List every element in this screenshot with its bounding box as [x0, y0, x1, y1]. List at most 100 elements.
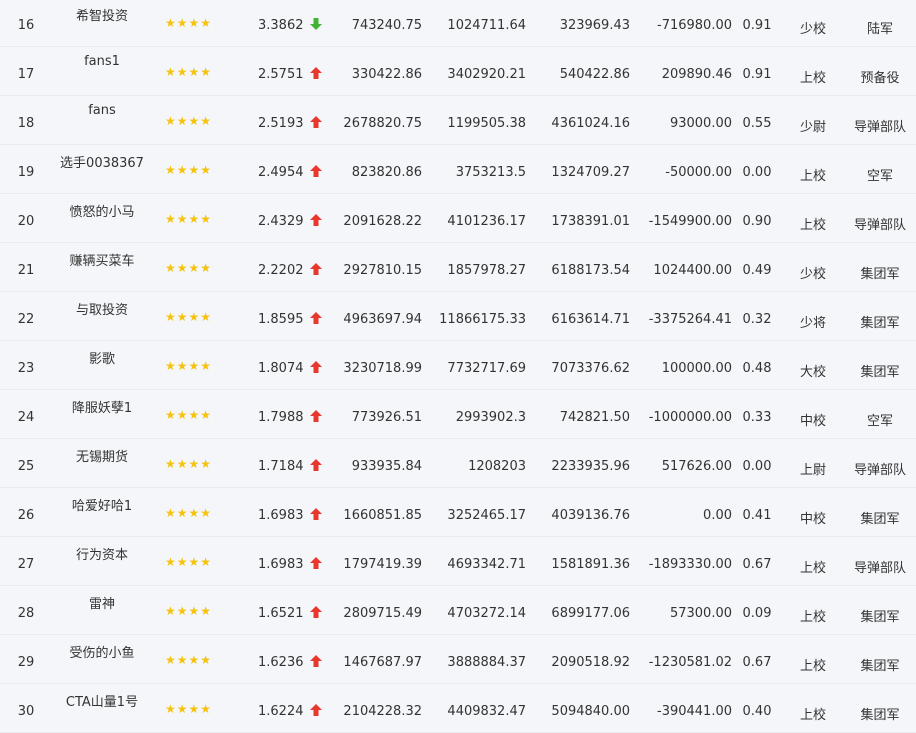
star-rating: ★★★★ [165, 163, 212, 178]
star-rating: ★★★★ [165, 114, 212, 129]
value-3: 1324709.27 [551, 165, 630, 180]
unit-name: 预备役 [860, 71, 900, 86]
military-rank: 上校 [799, 169, 826, 184]
value-2: 4101236.17 [447, 214, 526, 229]
player-name-link[interactable]: fans [52, 103, 152, 118]
unit-name: 集团军 [860, 610, 900, 625]
star-icon: ★ [200, 506, 212, 520]
player-name-link[interactable]: 哈爱好哈1 [52, 495, 152, 514]
value-4: 57300.00 [669, 606, 732, 621]
score-value: 2.4329 [258, 214, 304, 229]
unit-name: 陆军 [866, 22, 893, 37]
player-name-link[interactable]: 与取投资 [52, 299, 152, 318]
table-row[interactable]: 25 无锡期货 ★★★★ 1.7184 933935.84 1208203 2233935.… [0, 439, 916, 488]
player-name-link[interactable]: 影歌 [52, 348, 152, 367]
player-name-link[interactable]: 行为资本 [52, 544, 152, 563]
ratio-value: 0.67 [742, 655, 772, 670]
value-3: 2090518.92 [551, 655, 630, 670]
table-row[interactable]: 28 雷神 ★★★★ 1.6521 2809715.49 4703272.14 689917… [0, 586, 916, 635]
star-icon: ★ [176, 16, 188, 30]
military-rank: 上校 [799, 610, 826, 625]
table-row[interactable]: 27 行为资本 ★★★★ 1.6983 1797419.39 4693342.71 1581… [0, 537, 916, 586]
military-rank: 少校 [799, 22, 826, 37]
table-row[interactable]: 19 选手0038367 ★★★★ 2.4954 823820.86 3753213.5 1… [0, 145, 916, 194]
star-rating: ★★★★ [165, 359, 212, 374]
value-1: 2091628.22 [343, 214, 422, 229]
player-name-link[interactable]: 无锡期货 [52, 446, 152, 465]
star-icon: ★ [176, 261, 188, 275]
table-row[interactable]: 16 希智投资 ★★★★ 3.3862 743240.75 1024711.64 32396… [0, 0, 916, 47]
star-icon: ★ [165, 604, 176, 618]
player-name-link[interactable]: 愤怒的小马 [52, 201, 152, 220]
unit-name: 集团军 [860, 316, 900, 331]
ratio-value: 0.09 [742, 606, 772, 621]
table-row[interactable]: 30 CTA山量1号 ★★★★ 1.6224 2104228.32 4409832.47 5… [0, 684, 916, 733]
rank-number: 25 [17, 459, 35, 474]
star-rating: ★★★★ [165, 310, 212, 325]
star-icon: ★ [165, 163, 176, 177]
player-name-link[interactable]: fans1 [52, 54, 152, 69]
rank-number: 16 [17, 18, 35, 33]
player-name-link[interactable]: 雷神 [52, 593, 152, 612]
table-row[interactable]: 17 fans1 ★★★★ 2.5751 330422.86 3402920.21 5404… [0, 47, 916, 96]
player-name-link[interactable]: 降服妖孽1 [52, 397, 152, 416]
arrow-up-icon [308, 408, 324, 424]
unit-name: 导弹部队 [853, 463, 906, 478]
rank-number: 18 [17, 116, 35, 131]
rank-number: 30 [17, 704, 35, 719]
star-icon: ★ [176, 114, 188, 128]
star-icon: ★ [188, 114, 200, 128]
value-2: 4409832.47 [447, 704, 526, 719]
arrow-up-icon [308, 604, 324, 620]
ratio-value: 0.91 [742, 67, 772, 82]
arrow-up-icon [308, 310, 324, 326]
ratio-value: 0.67 [742, 557, 772, 572]
value-4: 93000.00 [669, 116, 732, 131]
star-icon: ★ [200, 359, 212, 373]
table-row[interactable]: 24 降服妖孽1 ★★★★ 1.7988 773926.51 2993902.3 74282… [0, 390, 916, 439]
star-icon: ★ [176, 653, 188, 667]
player-name-link[interactable]: CTA山量1号 [52, 691, 152, 710]
unit-name: 空军 [866, 169, 893, 184]
value-3: 540422.86 [559, 67, 630, 82]
score-value: 1.8595 [258, 312, 304, 327]
arrow-up-icon [308, 212, 324, 228]
star-icon: ★ [165, 702, 176, 716]
table-row[interactable]: 21 赚辆买菜车 ★★★★ 2.2202 2927810.15 1857978.27 618… [0, 243, 916, 292]
rank-number: 28 [17, 606, 35, 621]
table-row[interactable]: 18 fans ★★★★ 2.5193 2678820.75 1199505.38 4361… [0, 96, 916, 145]
star-icon: ★ [200, 555, 212, 569]
score-value: 2.5193 [258, 116, 304, 131]
table-row[interactable]: 22 与取投资 ★★★★ 1.8595 4963697.94 11866175.33 616… [0, 292, 916, 341]
value-2: 1208203 [468, 459, 526, 474]
star-icon: ★ [200, 408, 212, 422]
arrow-up-icon [308, 163, 324, 179]
ratio-value: 0.55 [742, 116, 772, 131]
star-icon: ★ [188, 457, 200, 471]
ratio-value: 0.40 [742, 704, 772, 719]
table-row[interactable]: 29 受伤的小鱼 ★★★★ 1.6236 1467687.97 3888884.37 209… [0, 635, 916, 684]
player-name-link[interactable]: 选手0038367 [52, 152, 152, 171]
military-rank: 少校 [799, 267, 826, 282]
score-value: 1.6236 [258, 655, 304, 670]
rank-number: 21 [17, 263, 35, 278]
value-4: -1893330.00 [648, 557, 732, 572]
table-row[interactable]: 20 愤怒的小马 ★★★★ 2.4329 2091628.22 4101236.17 173… [0, 194, 916, 243]
player-name-link[interactable]: 受伤的小鱼 [52, 642, 152, 661]
ratio-value: 0.48 [742, 361, 772, 376]
value-4: -390441.00 [657, 704, 732, 719]
value-3: 742821.50 [559, 410, 630, 425]
unit-name: 空军 [866, 414, 893, 429]
star-icon: ★ [165, 408, 176, 422]
value-2: 1199505.38 [447, 116, 526, 131]
table-row[interactable]: 23 影歌 ★★★★ 1.8074 3230718.99 7732717.69 707337… [0, 341, 916, 390]
star-icon: ★ [165, 16, 176, 30]
score-value: 2.4954 [258, 165, 304, 180]
score-value: 2.2202 [258, 263, 304, 278]
table-row[interactable]: 26 哈爱好哈1 ★★★★ 1.6983 1660851.85 3252465.17 403… [0, 488, 916, 537]
player-name-link[interactable]: 赚辆买菜车 [52, 250, 152, 269]
ratio-value: 0.33 [742, 410, 772, 425]
player-name-link[interactable]: 希智投资 [52, 5, 152, 24]
value-1: 330422.86 [351, 67, 422, 82]
star-icon: ★ [176, 310, 188, 324]
